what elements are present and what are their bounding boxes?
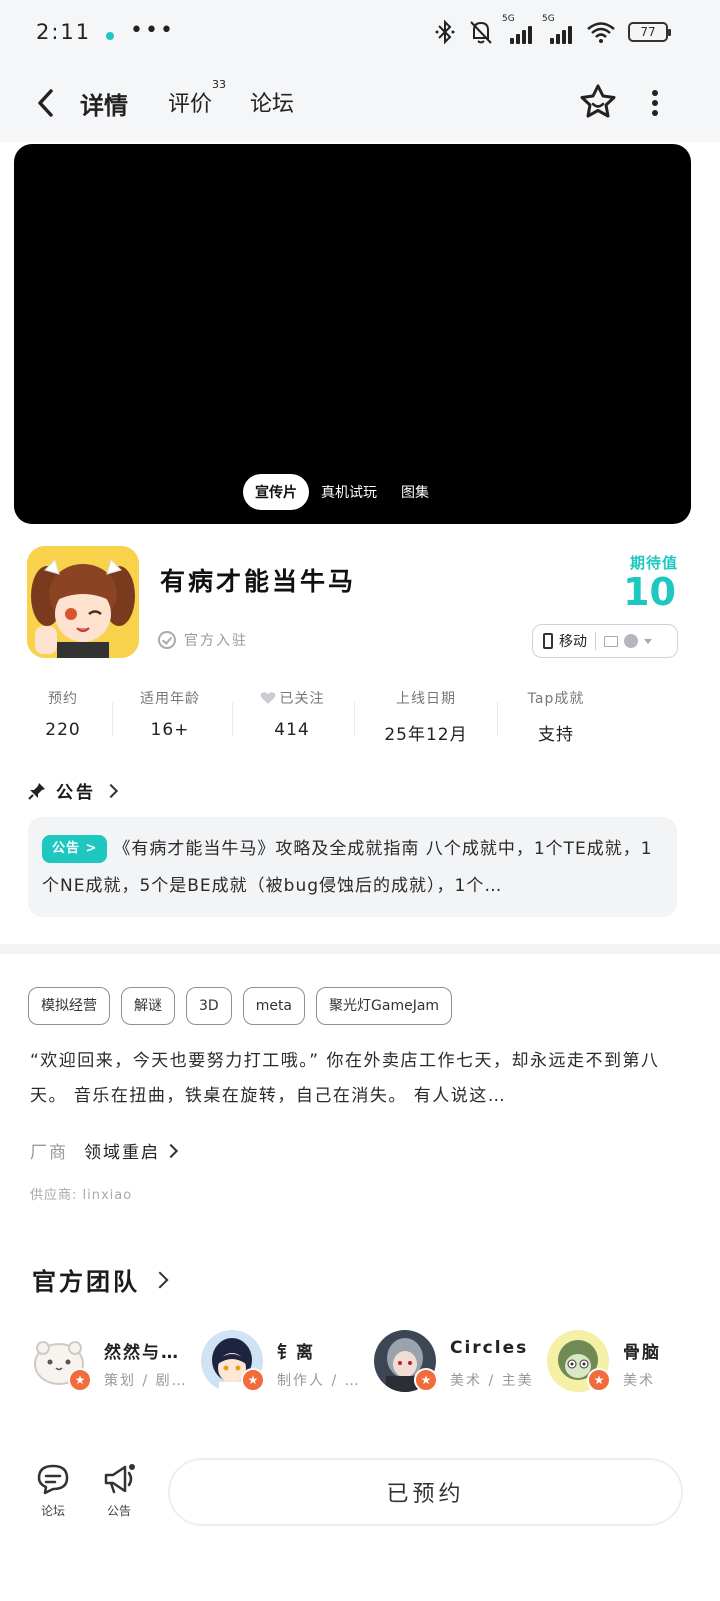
status-time: 2:11 [36, 20, 92, 44]
notice-tag: 公告 > [42, 835, 108, 863]
status-more: ••• [130, 18, 175, 43]
tag-item[interactable]: 解谜 [121, 987, 175, 1025]
top-nav: 详情 评价 33 论坛 [0, 64, 720, 142]
vendor-row[interactable]: 厂商 领域重启 [30, 1138, 179, 1163]
stat-followers[interactable]: 已关注 414 [250, 688, 334, 740]
team-member[interactable]: ★ 骨脑 美术 [547, 1330, 707, 1394]
notice-heading[interactable]: 公告 [28, 778, 119, 803]
official-badge: 官方入驻 [158, 630, 248, 650]
tag-list: 模拟经营 解谜 3D meta 聚光灯GameJam [28, 987, 453, 1025]
notice-card[interactable]: 公告 > 《有病才能当牛马》攻略及全成就指南 八个成就中，1个TE成就，1个NE成… [28, 817, 677, 917]
tab-reviews[interactable]: 评价 33 [168, 78, 226, 118]
team-badge-icon: ★ [414, 1368, 438, 1392]
platform-label: 移动 [559, 634, 587, 650]
team-member[interactable]: ★ Circles 美术 / 主美 [374, 1330, 544, 1394]
media-tabs: 宣传片 真机试玩 图集 [243, 474, 441, 510]
notice-text: 《有病才能当牛马》攻略及全成就指南 八个成就中，1个TE成就，1个NE成就，5个… [42, 839, 653, 896]
game-description[interactable]: “欢迎回来，今天也要努力打工哦。” 你在外卖店工作七天，却永远走不到第八天。 音… [30, 1044, 678, 1114]
stats-row: 预约 220 适用年龄 16+ 已关注 414 上线日期 25年12月 Tap成… [0, 688, 720, 752]
pin-icon [28, 782, 45, 800]
bottom-notice-button[interactable]: 公告 [94, 1462, 144, 1519]
tag-item[interactable]: meta [242, 987, 306, 1025]
heart-icon [260, 692, 275, 704]
favorite-star-icon[interactable] [578, 82, 618, 122]
media-tab-demo[interactable]: 真机试玩 [309, 474, 389, 510]
bluetooth-icon [435, 19, 455, 45]
back-arrow-icon[interactable] [34, 87, 56, 119]
signal-5g-icon: 5G [502, 14, 534, 44]
tab-forum[interactable]: 论坛 [250, 86, 294, 118]
reserved-button[interactable]: 已预约 [168, 1458, 683, 1526]
verified-check-icon [158, 631, 176, 649]
team-badge-icon: ★ [587, 1368, 611, 1392]
review-count: 33 [212, 78, 226, 91]
mute-bell-icon [470, 21, 492, 44]
stat-tap-achievements: Tap成就 支持 [527, 691, 585, 745]
platform-selector[interactable]: 移动 [532, 624, 678, 658]
expectation-value: 10 [623, 570, 676, 614]
tag-item[interactable]: 聚光灯GameJam [316, 987, 453, 1025]
team-badge-icon: ★ [241, 1368, 265, 1392]
stat-age-rating: 适用年龄 16+ [140, 691, 200, 740]
stat-release-date: 上线日期 25年12月 [384, 691, 468, 745]
tag-item[interactable]: 模拟经营 [28, 987, 110, 1025]
steam-icon [624, 634, 638, 648]
tag-item[interactable]: 3D [186, 987, 232, 1025]
chevron-right-icon [103, 783, 119, 798]
chevron-right-icon [151, 1271, 169, 1288]
more-options-icon[interactable] [650, 90, 660, 116]
bottom-forum-button[interactable]: 论坛 [28, 1462, 78, 1519]
team-member[interactable]: ★ 然然与… 策划 / 剧… [28, 1330, 198, 1394]
mobile-icon [543, 633, 553, 649]
section-divider [0, 944, 720, 954]
tab-forum-label: 论坛 [250, 92, 295, 117]
chevron-down-icon [644, 638, 652, 644]
forum-chat-icon [37, 1464, 69, 1495]
supplier: 供应商: linxiao [30, 1188, 133, 1203]
battery-icon: 77 [628, 22, 671, 42]
team-heading[interactable]: 官方团队 [32, 1262, 169, 1297]
status-bar: 2:11 ••• 5G 5G 77 [0, 0, 720, 64]
media-tab-gallery[interactable]: 图集 [389, 474, 441, 510]
signal-5g-icon-2: 5G [542, 14, 574, 44]
team-badge-icon: ★ [68, 1368, 92, 1392]
pc-icon [604, 635, 618, 647]
tab-details-label: 详情 [80, 92, 128, 120]
vendor-value: 领域重启 [84, 1143, 160, 1163]
tab-reviews-label: 评价 [168, 92, 213, 117]
game-title: 有病才能当牛马 [160, 567, 357, 596]
notification-dot-icon [106, 32, 114, 40]
wifi-icon [587, 22, 615, 43]
megaphone-icon [104, 1464, 135, 1494]
tab-details[interactable]: 详情 [76, 86, 132, 121]
media-tab-trailer[interactable]: 宣传片 [243, 474, 309, 510]
team-member[interactable]: ★ 钅离 制作人 / … [201, 1330, 371, 1394]
promo-video[interactable]: 宣传片 真机试玩 图集 [14, 144, 691, 524]
vendor-key: 厂商 [30, 1143, 68, 1163]
stat-reservations: 预约 220 [45, 691, 81, 740]
status-icons: 5G 5G 77 [434, 14, 671, 48]
chevron-right-icon [163, 1143, 179, 1158]
bottom-bar: 论坛 公告 已预约 [0, 1440, 720, 1601]
official-label: 官方入驻 [184, 633, 248, 649]
game-icon[interactable] [27, 546, 139, 658]
